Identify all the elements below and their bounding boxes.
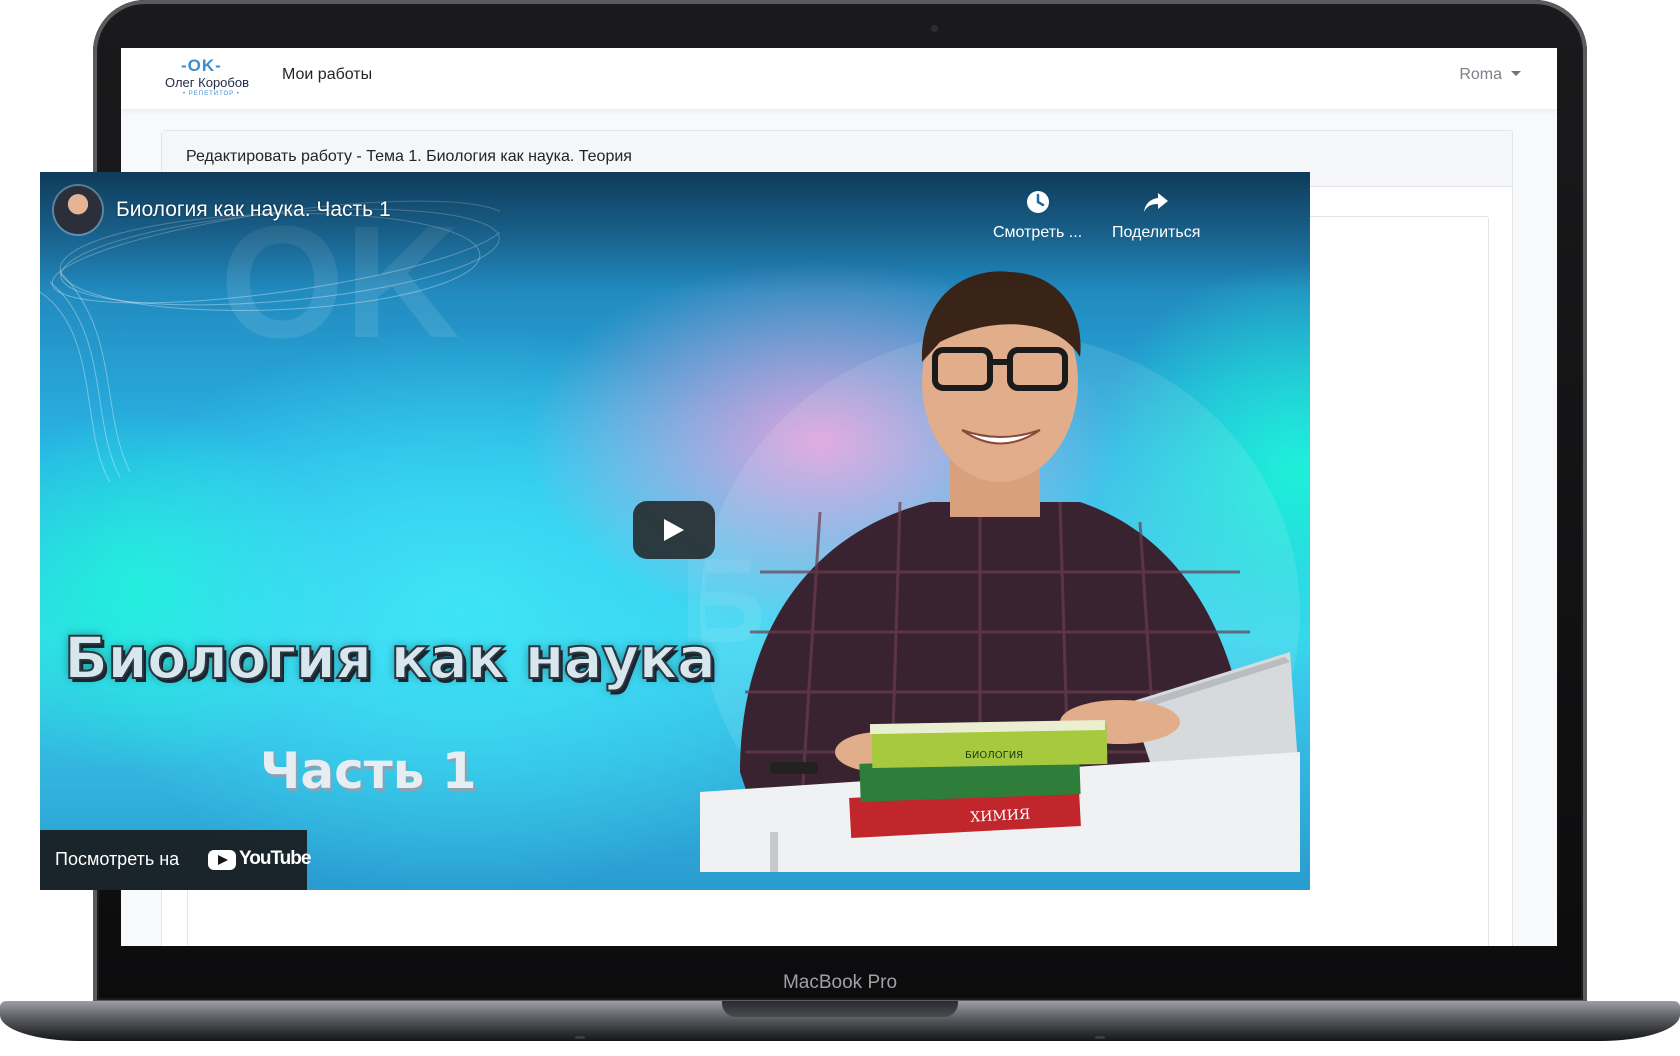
thumbnail-title: Биология как наука <box>63 623 717 693</box>
channel-avatar[interactable] <box>54 186 102 234</box>
laptop-foot <box>1095 1036 1105 1039</box>
logo-mark: -OK- <box>181 56 222 75</box>
camera-icon <box>931 25 938 32</box>
nav-link-my-works[interactable]: Мои работы <box>282 66 372 84</box>
youtube-brand: YouTube <box>239 848 311 869</box>
watch-later-label: Смотреть ... <box>993 224 1083 241</box>
share-label: Поделиться <box>1112 224 1201 241</box>
share-button[interactable]: Поделиться <box>1112 188 1200 242</box>
play-icon <box>664 519 684 541</box>
user-name: Roma <box>1459 66 1502 83</box>
thumbnail-subtitle: Часть 1 <box>260 742 477 800</box>
laptop-foot <box>575 1036 585 1039</box>
youtube-embed[interactable]: OK Б <box>40 172 1310 890</box>
navbar: -OK- Олег Коробов • РЕПЕТИТОР • Мои рабо… <box>121 48 1557 109</box>
clock-icon <box>1026 191 1049 213</box>
svg-text:ХИМИЯ: ХИМИЯ <box>970 807 1031 826</box>
svg-text:БИОЛОГИЯ: БИОЛОГИЯ <box>965 750 1023 761</box>
video-title[interactable]: Биология как наука. Часть 1 <box>116 198 391 222</box>
youtube-play-icon <box>208 850 236 870</box>
logo-name: Олег Коробов <box>165 75 249 90</box>
presenter-illustration: ХИМИЯ БИОЛОГИЯ <box>700 271 1300 872</box>
device-label: MacBook Pro <box>782 972 898 993</box>
brand-logo[interactable]: -OK- Олег Коробов • РЕПЕТИТОР • <box>159 56 255 100</box>
share-icon <box>1144 193 1169 212</box>
watch-on-youtube-button[interactable]: Посмотреть на YouTube <box>40 830 311 890</box>
laptop-notch <box>722 1001 958 1017</box>
watch-on-label: Посмотреть на <box>55 849 180 869</box>
watch-later-button[interactable]: Смотреть ... <box>993 188 1082 242</box>
play-button[interactable] <box>633 501 715 559</box>
caret-down-icon <box>1511 71 1521 76</box>
logo-subtitle: • РЕПЕТИТОР • <box>183 91 240 97</box>
user-menu-dropdown[interactable]: Roma <box>1459 66 1521 84</box>
